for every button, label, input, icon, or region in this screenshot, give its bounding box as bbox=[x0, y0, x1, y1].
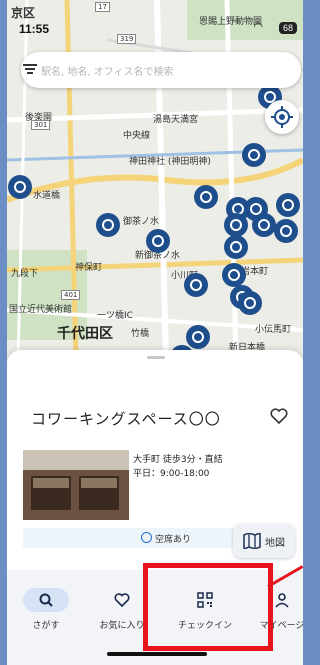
vacancy-circle-icon bbox=[141, 532, 152, 543]
map-label-takebashi: 竹橋 bbox=[131, 329, 150, 339]
nav-search-label: さがす bbox=[32, 621, 60, 631]
search-input[interactable]: 駅名, 地名, オフィス名で検索 bbox=[41, 63, 174, 78]
map-label-yushima: 湯島天満宮 bbox=[153, 115, 199, 125]
place-hours: 平日：9:00-18:00 bbox=[133, 469, 210, 479]
battery-indicator: 68 bbox=[278, 22, 297, 34]
map-pin[interactable] bbox=[95, 212, 121, 238]
map-label-kanda-shrine: 神田神社 (神田明神) bbox=[129, 157, 211, 167]
route-sign-319: 319 bbox=[117, 34, 137, 44]
map-label-district: 千代田区 bbox=[57, 326, 113, 342]
map-pin[interactable] bbox=[183, 272, 209, 298]
map-label-chuo-line: 中央線 bbox=[123, 131, 151, 141]
home-indicator bbox=[107, 652, 207, 656]
map-pin[interactable] bbox=[7, 174, 33, 200]
map-label-ueno-zoo: 恩賜上野動物園 bbox=[199, 17, 263, 27]
route-sign-17: 17 bbox=[95, 2, 110, 12]
filter-icon[interactable] bbox=[21, 60, 39, 78]
route-sign-401: 401 bbox=[61, 290, 81, 300]
place-name: コワーキングスペース〇〇 bbox=[31, 410, 221, 428]
map-pin[interactable] bbox=[145, 228, 171, 254]
map-label-hitotsubashi: 一ツ橋IC bbox=[97, 311, 133, 321]
current-location-button[interactable] bbox=[265, 100, 299, 134]
search-bar[interactable]: 駅名, 地名, オフィス名で検索 bbox=[21, 52, 301, 88]
map-label-kodemmacho: 小伝馬町 bbox=[255, 325, 292, 335]
locate-icon bbox=[271, 106, 293, 128]
route-sign-301: 301 bbox=[31, 120, 51, 130]
heart-icon bbox=[99, 588, 145, 612]
map-pin[interactable] bbox=[193, 184, 219, 210]
place-access: 大手町 徒歩3分・直結 bbox=[133, 455, 223, 465]
map-pin[interactable] bbox=[275, 192, 301, 218]
map-label-museum: 国立近代美術館 bbox=[9, 305, 73, 315]
map-label-kudanshita: 九段下 bbox=[11, 269, 39, 279]
status-time: 11:55 bbox=[19, 22, 50, 36]
map-pin[interactable] bbox=[241, 142, 267, 168]
map-pin[interactable] bbox=[223, 234, 249, 260]
map-pin[interactable] bbox=[273, 218, 299, 244]
area-label: 京区 bbox=[11, 6, 36, 20]
map-label-ochanomizu: 御茶ノ水 bbox=[123, 217, 160, 227]
highlight-box bbox=[143, 563, 273, 651]
map-toggle-button[interactable]: 地図 bbox=[233, 524, 295, 558]
search-icon bbox=[23, 588, 69, 612]
nav-search[interactable]: さがす bbox=[11, 588, 81, 631]
sheet-drag-handle[interactable] bbox=[147, 356, 165, 359]
favorite-heart-icon[interactable] bbox=[269, 406, 289, 426]
map-label-suidobashi: 水道橋 bbox=[33, 191, 61, 201]
map-label-jimbocho: 神保町 bbox=[75, 263, 103, 273]
map-pin[interactable] bbox=[237, 290, 263, 316]
nav-favorites-label: お気に入り bbox=[99, 621, 145, 631]
map-view[interactable]: 京区 11:55 ◠ 68 恩賜上野動物園 後楽園 湯島天満宮 中央線 神田神社… bbox=[7, 0, 303, 400]
place-photo bbox=[23, 450, 129, 520]
vacancy-label: 空席あり bbox=[155, 535, 192, 545]
map-icon bbox=[243, 533, 261, 549]
map-button-label: 地図 bbox=[265, 538, 285, 549]
